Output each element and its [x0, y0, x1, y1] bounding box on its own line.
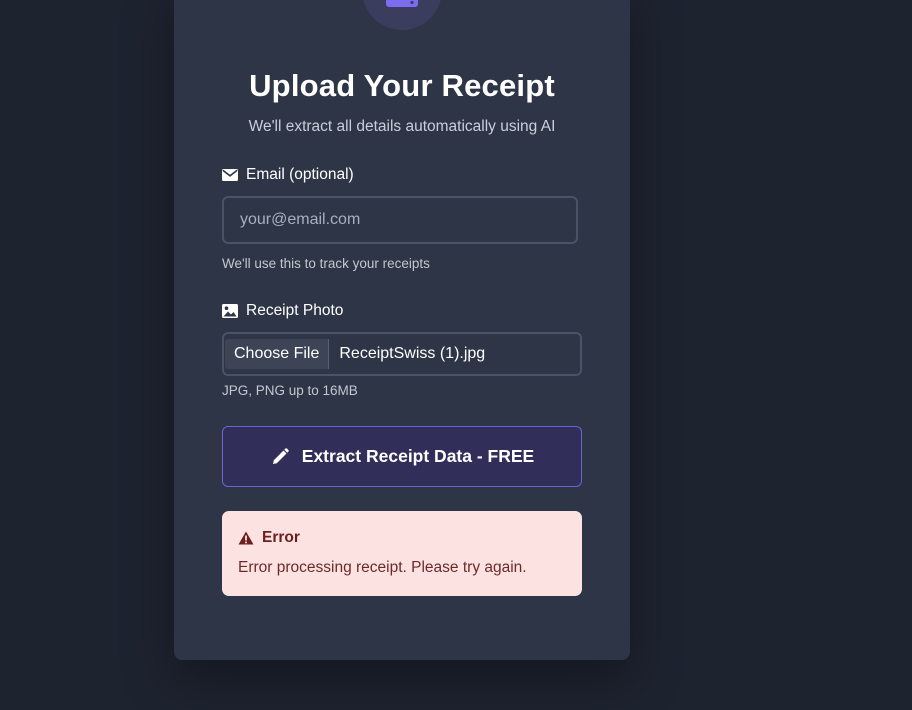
choose-file-button[interactable]: Choose File	[225, 339, 330, 369]
email-hint: We'll use this to track your receipts	[222, 256, 430, 271]
page-subtitle: We'll extract all details automatically …	[248, 118, 556, 135]
extract-receipt-button-label: Extract Receipt Data - FREE	[301, 446, 535, 466]
error-title-text: Error	[262, 529, 300, 546]
warning-icon	[238, 531, 254, 545]
page-title: Upload Your Receipt	[249, 68, 555, 103]
file-input[interactable]: Choose File ReceiptSwiss (1).jpg	[222, 332, 582, 376]
pencil-icon	[272, 447, 289, 464]
selected-file-name: ReceiptSwiss (1).jpg	[339, 345, 486, 362]
error-message: Error processing receipt. Please try aga…	[238, 559, 527, 576]
receipt-photo-label: Receipt Photo	[222, 302, 343, 320]
email-label: Email (optional)	[222, 166, 354, 184]
receipt-photo-label-text: Receipt Photo	[246, 302, 344, 319]
error-alert: Error Error processing receipt. Please t…	[222, 511, 582, 596]
email-label-text: Email (optional)	[246, 166, 354, 183]
upload-icon	[386, 0, 418, 7]
file-hint: JPG, PNG up to 16MB	[222, 383, 358, 398]
image-icon	[222, 303, 238, 319]
envelope-icon	[222, 167, 238, 183]
upload-icon-badge	[362, 0, 442, 30]
email-field[interactable]	[222, 196, 578, 244]
extract-receipt-button[interactable]: Extract Receipt Data - FREE	[222, 426, 582, 487]
error-title: Error	[238, 529, 300, 547]
upload-card: Upload Your Receipt We'll extract all de…	[174, 0, 630, 660]
